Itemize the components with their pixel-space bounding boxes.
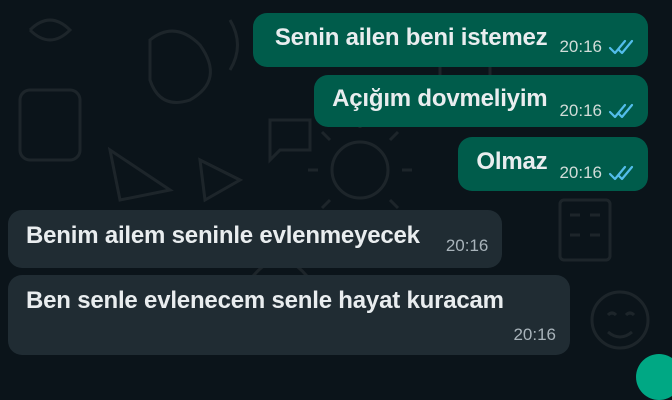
message-text: Açığım dovmeliyim <box>332 85 548 112</box>
message-bubble-outgoing[interactable]: Açığım dovmeliyim 20:16 <box>314 75 648 127</box>
message-text: Ben senle evlenecem senle hayat kuracam <box>26 287 504 314</box>
message-time: 20:16 <box>559 101 602 120</box>
message-time: 20:16 <box>513 325 556 344</box>
message-meta: 20:16 <box>559 101 636 127</box>
double-check-icon <box>608 165 634 181</box>
message-meta: 20:16 <box>559 163 636 191</box>
double-check-icon <box>608 103 634 119</box>
message-meta: 20:16 <box>446 236 489 268</box>
double-check-icon <box>608 39 634 55</box>
message-bubble-incoming[interactable]: Ben senle evlenecem senle hayat kuracam … <box>8 275 570 355</box>
message-meta: 20:16 <box>559 37 636 67</box>
message-time: 20:16 <box>559 37 602 56</box>
message-time: 20:16 <box>445 236 489 255</box>
message-text: Senin ailen beni istemez <box>274 24 548 51</box>
message-bubble-outgoing[interactable]: Senin ailen beni istemez 20:16 <box>252 13 648 67</box>
message-text: Benim ailem seninle evlenmeyecek <box>26 222 420 249</box>
message-meta: 20:16 <box>513 325 556 345</box>
message-time: 20:16 <box>559 163 602 182</box>
message-bubble-outgoing[interactable]: Olmaz 20:16 <box>458 137 648 191</box>
scroll-down-button[interactable] <box>636 354 672 400</box>
message-text: Olmaz <box>476 148 548 175</box>
message-bubble-incoming[interactable]: Benim ailem seninle evlenmeyecek 20:16 <box>8 210 503 268</box>
